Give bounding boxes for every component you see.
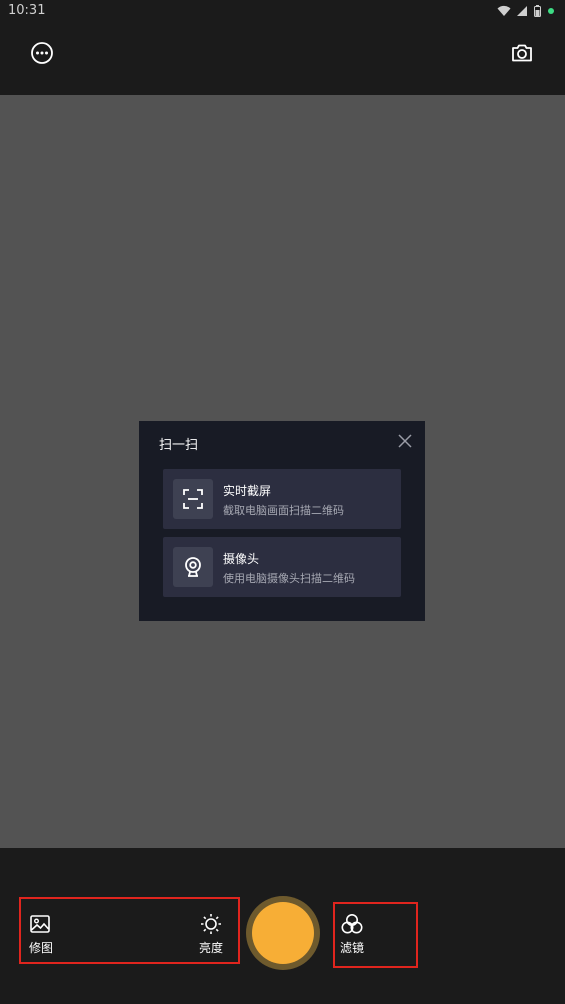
scan-frame-icon <box>183 489 203 509</box>
shutter-button[interactable] <box>246 896 320 970</box>
option-icon-box <box>173 547 213 587</box>
option-description: 使用电脑摄像头扫描二维码 <box>223 572 355 585</box>
option-description: 截取电脑画面扫描二维码 <box>223 504 344 517</box>
status-time: 10:31 <box>8 3 46 18</box>
image-icon <box>30 915 50 933</box>
notification-dot-icon <box>548 8 554 14</box>
brightness-button[interactable]: 亮度 <box>199 913 223 956</box>
edit-photo-button[interactable]: 修图 <box>29 913 53 956</box>
wifi-icon <box>497 5 511 16</box>
more-options-icon <box>31 42 53 64</box>
option-icon-box <box>173 479 213 519</box>
filter-icon <box>341 914 363 934</box>
more-button[interactable] <box>29 40 55 66</box>
signal-icon <box>517 6 527 16</box>
filter-button[interactable]: 滤镜 <box>340 913 364 956</box>
brightness-label: 亮度 <box>199 941 224 955</box>
scan-dialog: 扫一扫 实时截屏 截取电脑画面扫描二维码 摄像头 使用电脑摄像头扫描二维码 <box>139 421 425 621</box>
battery-icon <box>534 5 541 17</box>
dialog-title: 扫一扫 <box>159 438 199 453</box>
dialog-close-button[interactable] <box>397 433 413 449</box>
option-screenshot[interactable]: 实时截屏 截取电脑画面扫描二维码 <box>163 469 401 529</box>
sun-icon <box>201 914 221 934</box>
status-bar: 10:31 <box>0 0 565 22</box>
close-icon <box>398 434 412 448</box>
option-webcam[interactable]: 摄像头 使用电脑摄像头扫描二维码 <box>163 537 401 597</box>
option-title: 摄像头 <box>223 552 260 566</box>
camera-icon <box>512 44 532 62</box>
option-title: 实时截屏 <box>223 484 272 498</box>
filter-label: 滤镜 <box>340 941 365 955</box>
switch-camera-button[interactable] <box>509 40 535 66</box>
top-bar <box>0 22 565 95</box>
status-icons <box>497 4 555 18</box>
shutter-core <box>252 902 314 964</box>
edit-photo-label: 修图 <box>29 941 54 955</box>
webcam-icon <box>185 557 201 577</box>
